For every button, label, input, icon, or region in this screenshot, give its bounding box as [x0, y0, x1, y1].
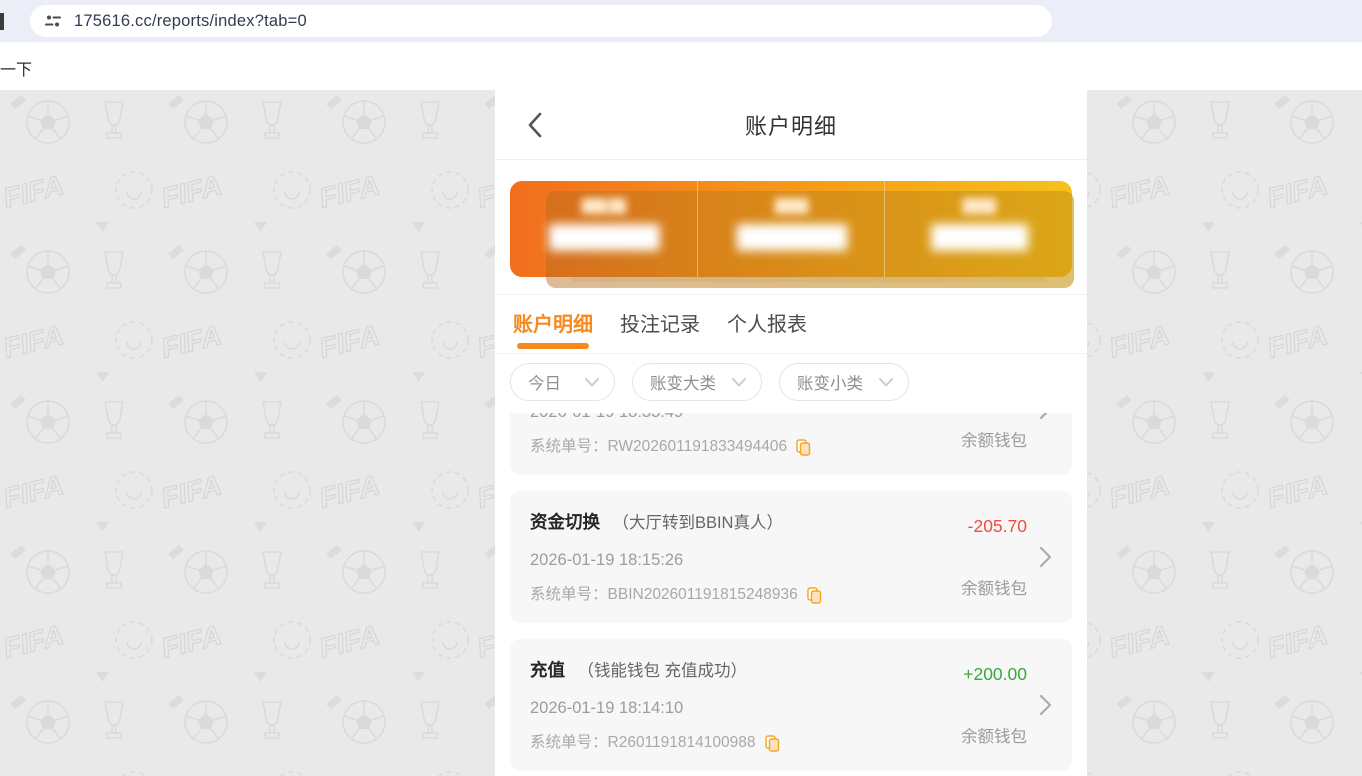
transaction-amount: +200.00: [963, 662, 1027, 686]
copy-icon[interactable]: [807, 587, 822, 604]
address-bar[interactable]: 175616.cc/reports/index?tab=0: [30, 5, 1052, 37]
order-label: 系统单号：: [530, 733, 608, 753]
chevron-right-icon: [1039, 413, 1052, 420]
transaction-list[interactable]: 2026-01-19 18:33:49 系统单号： RW202601191833…: [495, 413, 1087, 776]
filter-major-type-dropdown[interactable]: 账变大类: [632, 363, 762, 401]
filter-date-label: 今日: [528, 370, 561, 394]
balance-label-blurred: ████: [962, 198, 995, 213]
transaction-item[interactable]: 资金切换 （大厅转到BBIN真人） 2026-01-19 18:15:26 系统…: [510, 491, 1072, 623]
order-label: 系统单号：: [530, 437, 608, 457]
filter-major-type-label: 账变大类: [650, 370, 716, 394]
balance-card: ███ ██ ████████ ████ ████████ ████ █████…: [510, 181, 1072, 277]
transaction-datetime: 2026-01-19 18:15:26: [530, 549, 935, 571]
transaction-wallet: 余额钱包: [961, 726, 1027, 748]
tab-bet-records[interactable]: 投注记录: [620, 308, 700, 353]
browser-top-bar: 175616.cc/reports/index?tab=0: [0, 0, 1362, 42]
transaction-note: （大厅转到BBIN真人）: [612, 514, 783, 532]
filter-minor-type-dropdown[interactable]: 账变小类: [779, 363, 909, 401]
transaction-note: （钱能钱包 充值成功）: [577, 662, 747, 680]
page-title: 账户明细: [745, 109, 837, 141]
url-text[interactable]: 175616.cc/reports/index?tab=0: [74, 12, 307, 31]
balance-label-blurred: ███ ██: [582, 198, 626, 213]
transaction-wallet: 余额钱包: [961, 578, 1027, 600]
balance-value-blurred: ███████: [931, 224, 1026, 250]
chevron-down-icon: [732, 378, 746, 387]
copy-icon[interactable]: [765, 735, 780, 752]
chevron-down-icon: [879, 378, 893, 387]
copy-icon[interactable]: [796, 439, 811, 456]
transaction-type: 资金切换: [530, 512, 600, 532]
order-number: BBIN202601191815248936: [608, 585, 798, 605]
bookmark-text-fragment[interactable]: 一下: [0, 56, 32, 80]
tab-account-detail[interactable]: 账户明细: [513, 308, 593, 353]
balance-column: ███ ██ ████████: [510, 181, 697, 277]
transaction-wallet: 余额钱包: [961, 430, 1027, 452]
transaction-item[interactable]: 2026-01-19 18:33:49 系统单号： RW202601191833…: [510, 413, 1072, 475]
transaction-type: 充值: [530, 660, 565, 680]
balance-value-blurred: ████████: [549, 224, 658, 250]
filter-minor-type-label: 账变小类: [797, 370, 863, 394]
filters-row: 今日 账变大类 账变小类: [495, 354, 1087, 413]
order-number: RW202601191833494406: [608, 437, 788, 457]
chevron-right-icon: [1039, 694, 1052, 716]
balance-label-blurred: ████: [775, 198, 808, 213]
panel-header: 账户明细: [495, 90, 1087, 160]
order-number: R2601191814100988: [608, 733, 756, 753]
order-label: 系统单号：: [530, 585, 608, 605]
tabs-row: 账户明细 投注记录 个人报表: [495, 294, 1087, 354]
transaction-datetime: 2026-01-19 18:33:49: [530, 413, 935, 423]
site-settings-icon[interactable]: [44, 12, 62, 30]
back-button[interactable]: [521, 111, 549, 139]
balance-card-section: ███ ██ ████████ ████ ████████ ████ █████…: [495, 160, 1087, 294]
bookmark-strip: 一下: [0, 42, 1362, 90]
tab-personal-report[interactable]: 个人报表: [727, 308, 807, 353]
filter-date-dropdown[interactable]: 今日: [510, 363, 615, 401]
balance-column: ████ ████████: [697, 181, 885, 277]
balance-value-blurred: ████████: [737, 224, 846, 250]
account-detail-panel: 账户明细 ███ ██ ████████ ████ ████████ ████ …: [495, 90, 1087, 776]
chevron-down-icon: [585, 378, 599, 387]
window-edge-fragment: [0, 13, 4, 30]
transaction-datetime: 2026-01-19 18:14:10: [530, 697, 935, 719]
transaction-item[interactable]: 充值 （钱能钱包 充值成功） 2026-01-19 18:14:10 系统单号：…: [510, 639, 1072, 771]
balance-column: ████ ███████: [884, 181, 1072, 277]
transaction-amount: -205.70: [968, 514, 1027, 538]
chevron-right-icon: [1039, 546, 1052, 568]
